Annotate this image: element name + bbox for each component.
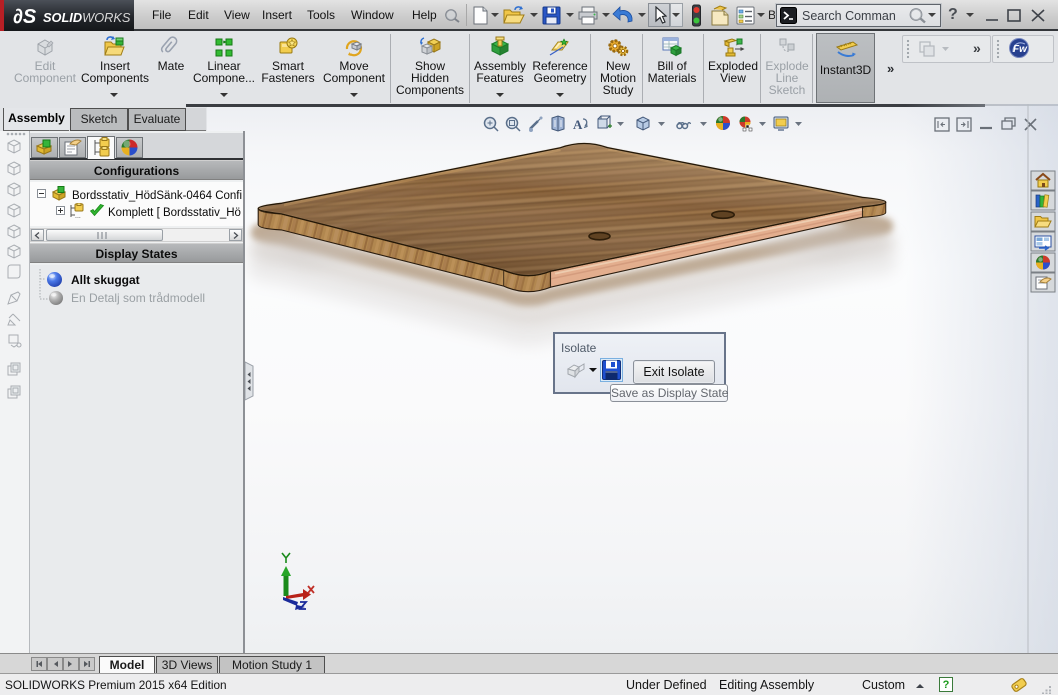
svg-text:»: »	[973, 40, 981, 56]
svg-text:A: A	[573, 117, 583, 132]
svg-text:...: ...	[75, 213, 81, 219]
svg-text:∂S: ∂S	[13, 6, 37, 28]
svg-text:Fw: Fw	[1013, 44, 1028, 55]
svg-text:SOLIDWORKS: SOLIDWORKS	[43, 10, 131, 25]
